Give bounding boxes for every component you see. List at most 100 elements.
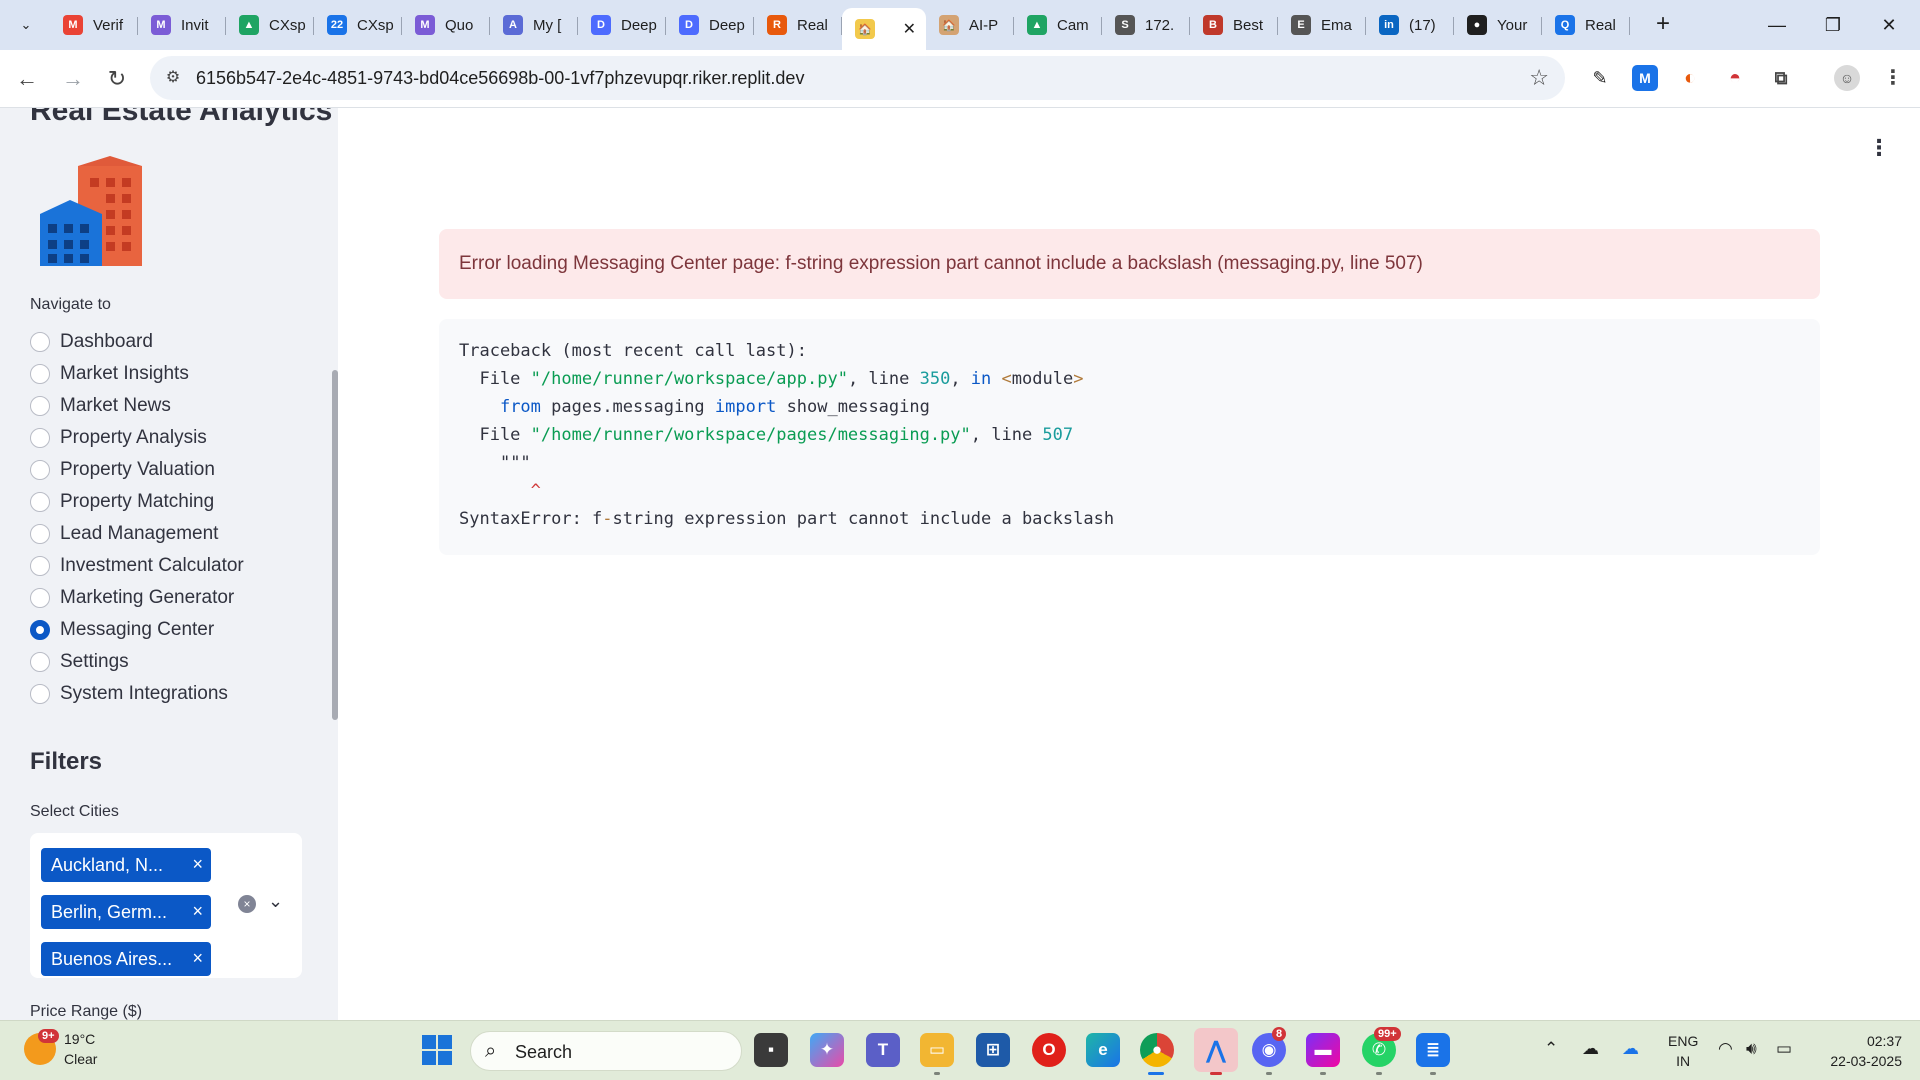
- radio-button[interactable]: [30, 556, 50, 576]
- file-explorer-icon[interactable]: ▭: [920, 1033, 954, 1067]
- pokeball-extension-icon[interactable]: ◓: [1722, 65, 1748, 91]
- tab-label: Real: [797, 16, 828, 34]
- m-extension-icon[interactable]: M: [1632, 65, 1658, 91]
- tab-favicon-icon: ▲: [239, 15, 259, 35]
- tab-favicon-icon: A: [503, 15, 523, 35]
- windows-start-icon[interactable]: [422, 1035, 452, 1065]
- browser-tab[interactable]: A My [: [490, 8, 578, 42]
- url-text[interactable]: 6156b547-2e4c-4851-9743-bd04ce56698b-00-…: [196, 68, 804, 89]
- radio-button[interactable]: [30, 396, 50, 416]
- profile-avatar[interactable]: ☺: [1834, 65, 1860, 91]
- radio-button[interactable]: [30, 620, 50, 640]
- nav-radio-dashboard[interactable]: Dashboard: [30, 326, 244, 358]
- tab-search-dropdown-icon[interactable]: ⌄: [12, 11, 40, 39]
- close-tab-icon[interactable]: ✕: [903, 19, 916, 39]
- browser-tab[interactable]: in (17): [1366, 8, 1454, 42]
- taskbar-search[interactable]: ⌕ Search: [470, 1031, 742, 1071]
- app-menu-icon[interactable]: ⋮: [1868, 137, 1890, 159]
- browser-tab[interactable]: ● Your: [1454, 8, 1542, 42]
- task-view-icon[interactable]: ▪: [754, 1033, 788, 1067]
- clipchamp-icon[interactable]: ▬: [1306, 1033, 1340, 1067]
- nav-radio-marketing-generator[interactable]: Marketing Generator: [30, 582, 244, 614]
- edge-icon[interactable]: e: [1086, 1033, 1120, 1067]
- clear-all-icon[interactable]: ×: [238, 895, 256, 913]
- city-chip[interactable]: Buenos Aires... ×: [41, 942, 211, 976]
- remove-chip-icon[interactable]: ×: [192, 901, 203, 922]
- cities-multiselect[interactable]: Auckland, N... × Berlin, Germ... × Bueno…: [30, 833, 302, 978]
- address-bar[interactable]: ⚙ 6156b547-2e4c-4851-9743-bd04ce56698b-0…: [150, 56, 1565, 100]
- chrome-icon[interactable]: ●: [1140, 1033, 1174, 1067]
- browser-tab[interactable]: ▲ CXsp: [226, 8, 314, 42]
- traceback-line: ^: [530, 481, 541, 501]
- browser-tab[interactable]: R Real: [754, 8, 842, 42]
- browser-tab[interactable]: 22 CXsp: [314, 8, 402, 42]
- onedrive-cloud-icon[interactable]: ☁: [1582, 1039, 1599, 1059]
- remove-chip-icon[interactable]: ×: [192, 948, 203, 969]
- browser-tab[interactable]: S 172.: [1102, 8, 1190, 42]
- nav-radio-investment-calculator[interactable]: Investment Calculator: [30, 550, 244, 582]
- minimize-window-icon[interactable]: —: [1754, 10, 1800, 40]
- back-icon[interactable]: ←: [12, 64, 42, 94]
- arc-app-icon[interactable]: ⋀: [1194, 1028, 1238, 1072]
- nav-radio-market-news[interactable]: Market News: [30, 390, 244, 422]
- microsoft-store-icon[interactable]: ⊞: [976, 1033, 1010, 1067]
- browser-tab[interactable]: Q Real: [1542, 8, 1630, 42]
- reload-icon[interactable]: ↻: [102, 64, 132, 94]
- wifi-icon[interactable]: ◠: [1718, 1039, 1733, 1059]
- nav-radio-lead-management[interactable]: Lead Management: [30, 518, 244, 550]
- opera-icon[interactable]: O: [1032, 1033, 1066, 1067]
- notepad-icon[interactable]: ≣: [1416, 1033, 1450, 1067]
- browser-menu-icon[interactable]: ⋮: [1880, 65, 1906, 91]
- new-tab-button[interactable]: +: [1650, 12, 1676, 38]
- browser-tab[interactable]: M Invit: [138, 8, 226, 42]
- weather-temperature[interactable]: 19°C: [64, 1031, 95, 1047]
- remove-chip-icon[interactable]: ×: [192, 854, 203, 875]
- browser-tab[interactable]: ▲ Cam: [1014, 8, 1102, 42]
- radio-button[interactable]: [30, 652, 50, 672]
- browser-tab[interactable]: M Quo: [402, 8, 490, 42]
- nav-radio-messaging-center[interactable]: Messaging Center: [30, 614, 244, 646]
- radio-button[interactable]: [30, 364, 50, 384]
- clock[interactable]: 02:37 22-03-2025: [1818, 1031, 1902, 1071]
- browser-tab[interactable]: E Ema: [1278, 8, 1366, 42]
- orange-extension-icon[interactable]: ◐: [1677, 65, 1703, 91]
- radio-button[interactable]: [30, 588, 50, 608]
- radio-button[interactable]: [30, 492, 50, 512]
- forward-icon[interactable]: →: [58, 64, 88, 94]
- nav-radio-property-analysis[interactable]: Property Analysis: [30, 422, 244, 454]
- battery-icon[interactable]: ▭: [1776, 1039, 1792, 1059]
- language-indicator[interactable]: ENG IN: [1668, 1031, 1698, 1071]
- extensions-puzzle-icon[interactable]: ⧉: [1768, 65, 1794, 91]
- radio-button[interactable]: [30, 460, 50, 480]
- browser-tab[interactable]: D Deep: [666, 8, 754, 42]
- city-chip[interactable]: Berlin, Germ... ×: [41, 895, 211, 929]
- nav-radio-property-matching[interactable]: Property Matching: [30, 486, 244, 518]
- radio-button[interactable]: [30, 428, 50, 448]
- radio-button[interactable]: [30, 524, 50, 544]
- radio-button[interactable]: [30, 332, 50, 352]
- browser-tab[interactable]: M Verif: [50, 8, 138, 42]
- bookmark-star-icon[interactable]: ☆: [1529, 65, 1549, 91]
- volume-icon[interactable]: 🔊︎: [1746, 1039, 1757, 1059]
- weather-status[interactable]: Clear: [64, 1051, 97, 1067]
- browser-tab[interactable]: B Best: [1190, 8, 1278, 42]
- close-window-icon[interactable]: ✕: [1866, 10, 1912, 40]
- radio-button[interactable]: [30, 684, 50, 704]
- nav-radio-settings[interactable]: Settings: [30, 646, 244, 678]
- show-hidden-icons-icon[interactable]: ⌃: [1544, 1039, 1558, 1059]
- city-chip[interactable]: Auckland, N... ×: [41, 848, 211, 882]
- onedrive-sync-icon[interactable]: ☁: [1622, 1039, 1639, 1059]
- eyedropper-extension-icon[interactable]: ✎: [1587, 65, 1613, 91]
- nav-radio-property-valuation[interactable]: Property Valuation: [30, 454, 244, 486]
- teams-icon[interactable]: T: [866, 1033, 900, 1067]
- browser-tab[interactable]: D Deep: [578, 8, 666, 42]
- chevron-down-icon[interactable]: ⌄: [268, 891, 283, 912]
- tab-favicon-icon: 22: [327, 15, 347, 35]
- nav-radio-market-insights[interactable]: Market Insights: [30, 358, 244, 390]
- browser-tab[interactable]: 🏠 AI-P: [926, 8, 1014, 42]
- active-browser-tab[interactable]: 🏠 ✕: [842, 8, 926, 50]
- copilot-icon[interactable]: ✦: [810, 1033, 844, 1067]
- site-info-icon[interactable]: ⚙: [162, 67, 184, 89]
- restore-window-icon[interactable]: ❐: [1810, 10, 1856, 40]
- nav-radio-system-integrations[interactable]: System Integrations: [30, 678, 244, 710]
